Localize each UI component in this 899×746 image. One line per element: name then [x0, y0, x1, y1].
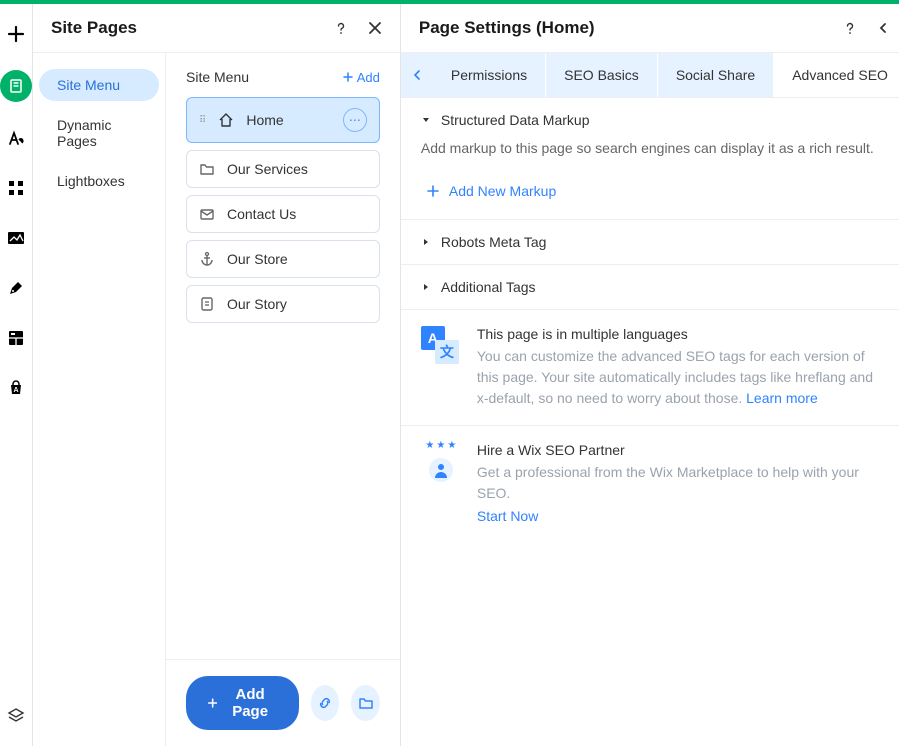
section-structured-data-header[interactable]: Structured Data Markup: [421, 112, 887, 128]
section-additional-tags: Additional Tags: [401, 265, 899, 310]
more-options-icon[interactable]: ⋯: [343, 108, 367, 132]
close-icon[interactable]: [368, 21, 382, 35]
rail-grid-icon[interactable]: [2, 174, 30, 202]
page-label: Our Store: [227, 251, 288, 267]
page-label: Contact Us: [227, 206, 296, 222]
page-icon: [199, 296, 215, 312]
rail-plus-icon[interactable]: [2, 20, 30, 48]
rail-shop-icon[interactable]: A: [2, 374, 30, 402]
add-label: Add: [357, 70, 380, 85]
multilang-info: A 文 This page is in multiple languages Y…: [401, 310, 899, 426]
site-pages-panel: Site Pages Site Menu Dynamic Pages Light…: [33, 4, 401, 746]
page-item-story[interactable]: Our Story: [186, 285, 380, 323]
multilang-title: This page is in multiple languages: [477, 326, 887, 342]
section-title: Robots Meta Tag: [441, 234, 547, 250]
learn-more-link[interactable]: Learn more: [746, 390, 818, 406]
section-desc: Add markup to this page so search engine…: [421, 138, 887, 159]
mail-icon: [199, 206, 215, 222]
tab-permissions[interactable]: Permissions: [433, 53, 546, 97]
plus-icon: [427, 185, 439, 197]
chevron-left-icon[interactable]: [877, 22, 889, 34]
section-title: Additional Tags: [441, 279, 536, 295]
settings-body: Structured Data Markup Add markup to thi…: [401, 98, 899, 746]
home-icon: [218, 112, 234, 128]
rail-sections-icon[interactable]: [2, 324, 30, 352]
page-list: ⠿ Home ⋯ Our Services Contact Us: [166, 97, 400, 323]
tabs-scroll-left[interactable]: [401, 53, 433, 97]
link-page-button[interactable]: [311, 685, 339, 721]
chevron-right-icon: [421, 237, 431, 247]
rail-text-icon[interactable]: [2, 124, 30, 152]
chevron-right-icon: [421, 282, 431, 292]
partner-title: Hire a Wix SEO Partner: [477, 442, 887, 458]
add-page-button[interactable]: Add Page: [186, 676, 299, 730]
left-rail: A: [0, 4, 33, 746]
tab-advanced-seo[interactable]: Advanced SEO: [774, 53, 899, 97]
plus-icon: [343, 72, 353, 82]
page-footer: Add Page: [166, 659, 400, 746]
site-pages-title: Site Pages: [51, 18, 137, 38]
page-item-contact[interactable]: Contact Us: [186, 195, 380, 233]
page-nav: Site Menu Dynamic Pages Lightboxes: [33, 53, 165, 746]
drag-handle-icon[interactable]: ⠿: [199, 115, 206, 126]
page-item-home[interactable]: ⠿ Home ⋯: [186, 97, 380, 143]
content-title: Site Menu: [186, 69, 249, 85]
section-robots: Robots Meta Tag: [401, 220, 899, 265]
section-additional-header[interactable]: Additional Tags: [421, 279, 887, 295]
help-icon[interactable]: [843, 21, 857, 35]
language-icon: A 文: [421, 326, 461, 366]
section-robots-header[interactable]: Robots Meta Tag: [421, 234, 887, 250]
section-structured-data: Structured Data Markup Add markup to thi…: [401, 98, 899, 220]
folder-page-button[interactable]: [351, 685, 379, 721]
nav-site-menu[interactable]: Site Menu: [39, 69, 159, 101]
nav-lightboxes[interactable]: Lightboxes: [39, 165, 159, 197]
page-label: Home: [246, 112, 283, 128]
page-item-services[interactable]: Our Services: [186, 150, 380, 188]
add-page-label: Add Page: [223, 686, 277, 720]
plus-icon: [208, 697, 217, 709]
svg-text:A: A: [13, 387, 18, 394]
rail-pen-icon[interactable]: [2, 274, 30, 302]
multilang-desc: You can customize the advanced SEO tags …: [477, 346, 887, 409]
rail-image-icon[interactable]: [2, 224, 30, 252]
add-markup-button[interactable]: Add New Markup: [427, 183, 556, 199]
page-settings-title: Page Settings (Home): [419, 18, 595, 38]
chevron-down-icon: [421, 115, 431, 125]
page-item-store[interactable]: Our Store: [186, 240, 380, 278]
add-menu-item[interactable]: Add: [343, 70, 380, 85]
settings-tabs: Permissions SEO Basics Social Share Adva…: [401, 53, 899, 98]
rail-pages-icon[interactable]: [0, 70, 32, 102]
tab-social-share[interactable]: Social Share: [658, 53, 774, 97]
partner-desc: Get a professional from the Wix Marketpl…: [477, 462, 887, 504]
help-icon[interactable]: [334, 21, 348, 35]
page-settings-panel: Page Settings (Home) Permissions SEO Bas…: [401, 4, 899, 746]
section-title: Structured Data Markup: [441, 112, 590, 128]
rail-layers-icon[interactable]: [2, 702, 30, 730]
page-settings-header: Page Settings (Home): [401, 4, 899, 53]
page-label: Our Services: [227, 161, 308, 177]
add-markup-label: Add New Markup: [449, 183, 556, 199]
avatar-icon: ★★★: [421, 442, 461, 482]
tab-seo-basics[interactable]: SEO Basics: [546, 53, 658, 97]
site-pages-header: Site Pages: [33, 4, 400, 53]
folder-icon: [199, 161, 215, 177]
nav-dynamic-pages[interactable]: Dynamic Pages: [39, 109, 159, 157]
page-content: Site Menu Add ⠿ Home ⋯ Our S: [165, 53, 400, 746]
start-now-link[interactable]: Start Now: [477, 508, 538, 524]
page-label: Our Story: [227, 296, 287, 312]
seo-partner-info: ★★★ Hire a Wix SEO Partner Get a profess…: [401, 426, 899, 540]
anchor-icon: [199, 251, 215, 267]
